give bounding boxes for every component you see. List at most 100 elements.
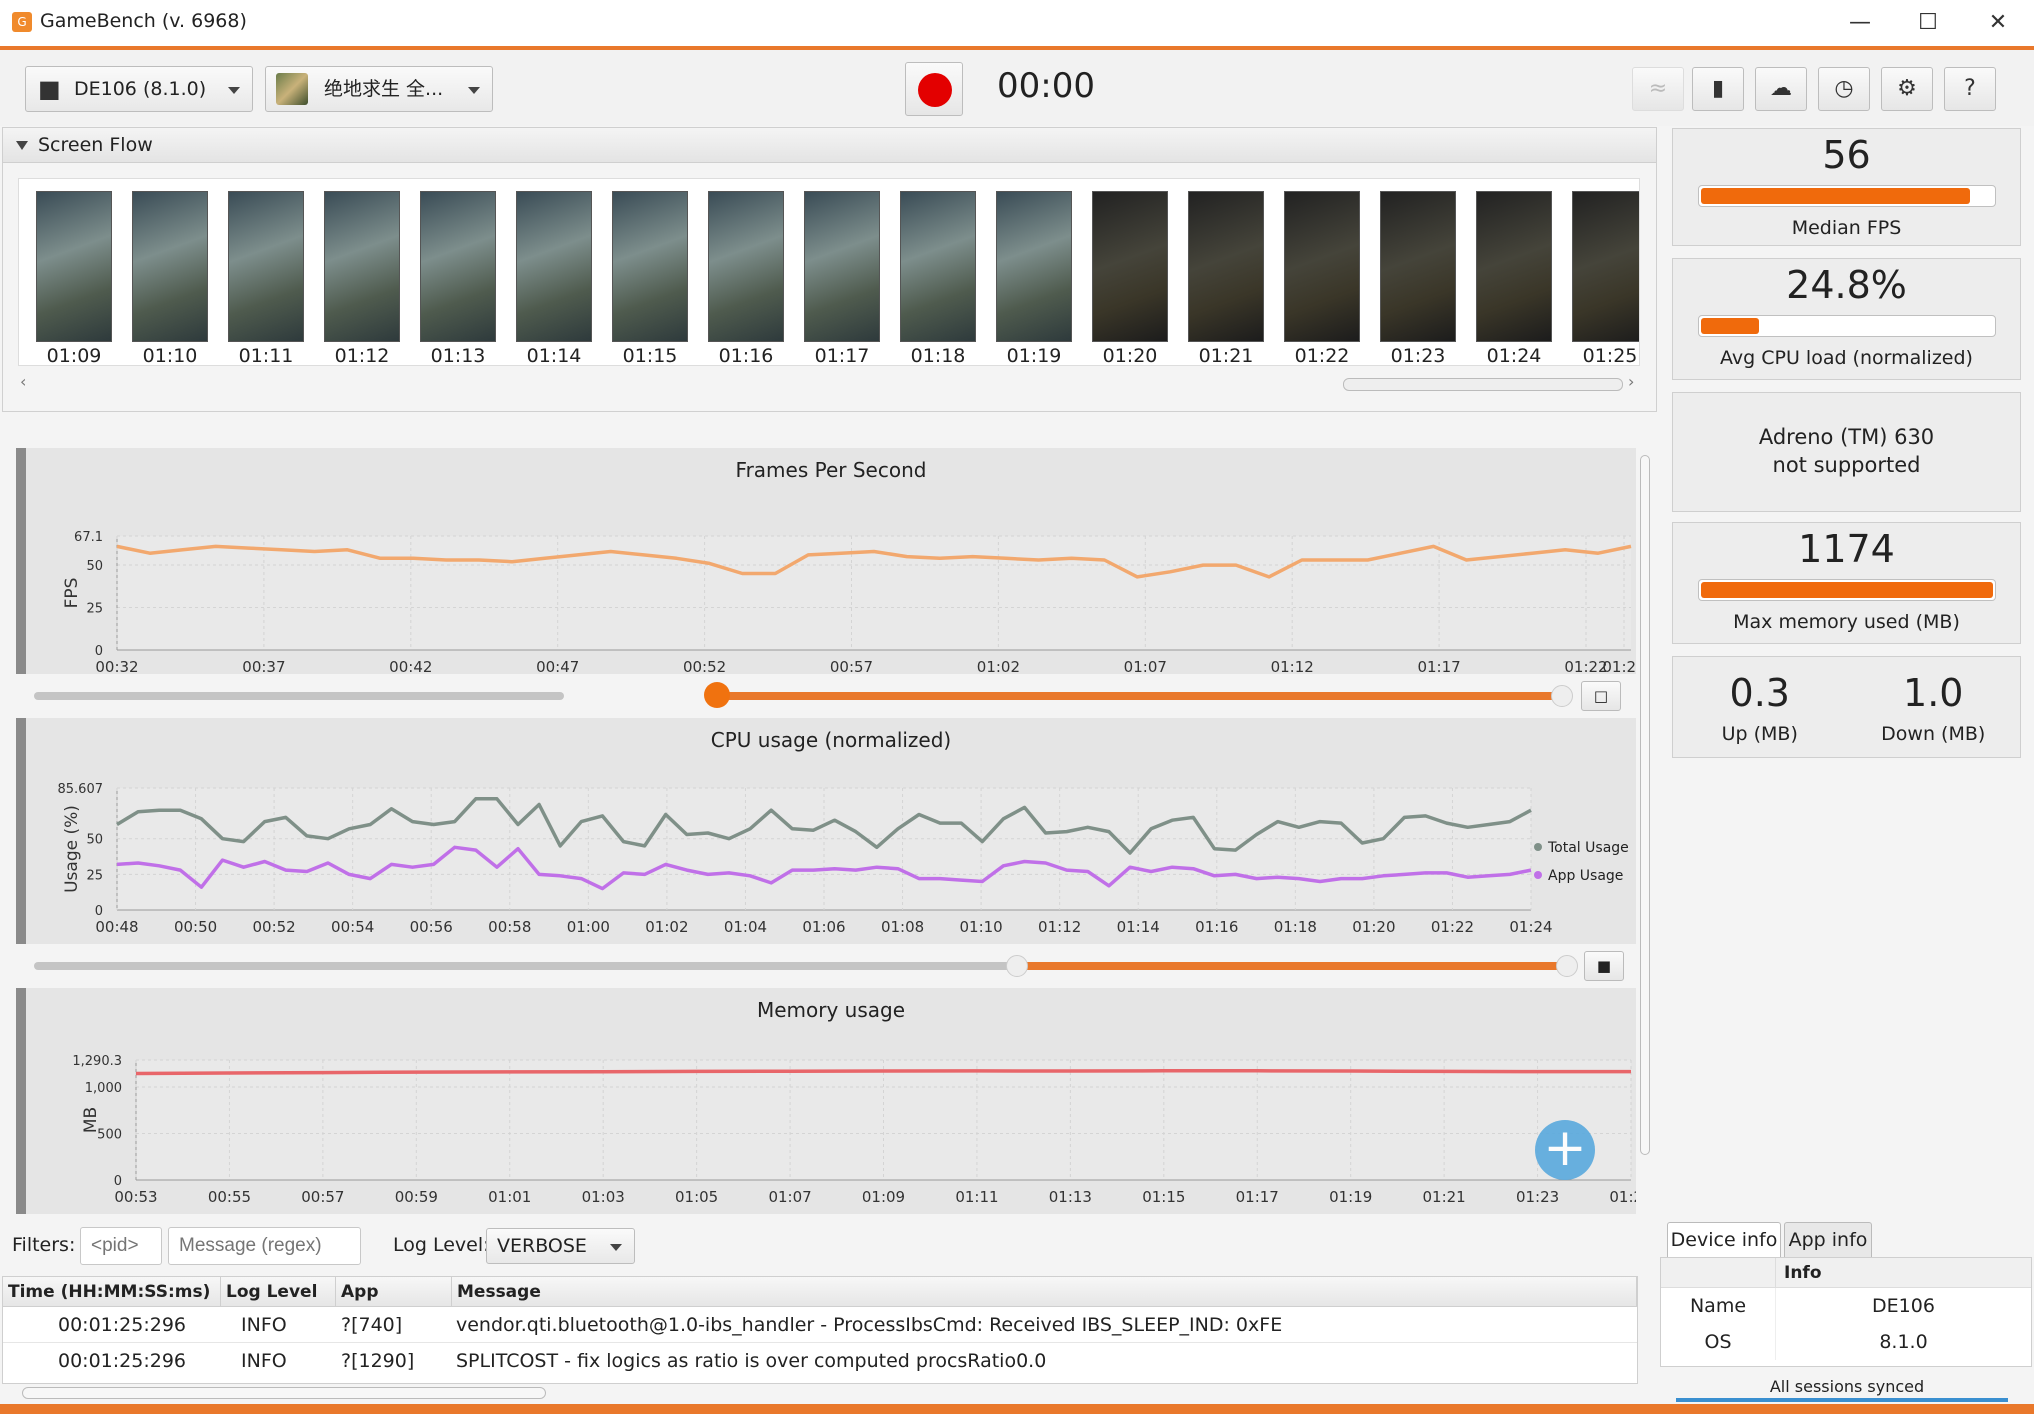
help-button[interactable]: ?	[1944, 67, 1996, 111]
screen-thumbnail[interactable]	[1092, 191, 1168, 342]
x-tick-label: 01:06	[802, 918, 845, 936]
screen-thumbnail[interactable]	[420, 191, 496, 342]
screen-thumbnail[interactable]	[516, 191, 592, 342]
screen-thumbnail[interactable]	[708, 191, 784, 342]
table-row[interactable]: 00:01:25:296 INFO ?[740] vendor.qti.blue…	[3, 1307, 1637, 1343]
wifi-button[interactable]: ≈	[1632, 67, 1684, 111]
screen-thumbnail[interactable]	[132, 191, 208, 342]
device-selector-label: DE106 (8.1.0)	[74, 78, 207, 100]
screen-flow-header[interactable]	[2, 127, 1657, 163]
cpu-slider-track[interactable]	[34, 962, 1034, 970]
x-tick-label: 01:12	[1271, 658, 1314, 674]
message-filter-input[interactable]	[168, 1227, 361, 1265]
log-level-select[interactable]: VERBOSE	[486, 1228, 635, 1264]
log-col-time[interactable]: Time (HH:MM:SS:ms)	[3, 1277, 221, 1307]
tab-device-info[interactable]: Device info	[1667, 1222, 1781, 1258]
thumbnail-time-label: 01:22	[1294, 345, 1350, 366]
settings-button[interactable]: ⚙	[1881, 67, 1933, 111]
history-button[interactable]: ◷	[1818, 67, 1870, 111]
cpu-slider-end-handle[interactable]	[1556, 955, 1578, 977]
maximize-button[interactable]: ☐	[1903, 6, 1953, 40]
minimize-button[interactable]: —	[1835, 6, 1885, 40]
screen-thumbnail[interactable]	[996, 191, 1072, 342]
x-tick-label: 01:21	[1423, 1188, 1466, 1206]
fps-slider-track[interactable]	[34, 692, 564, 700]
log-time: 00:01:25:296	[58, 1350, 186, 1372]
screen-thumbnail[interactable]	[1476, 191, 1552, 342]
cpu-lock-button[interactable]: ■	[1584, 951, 1624, 981]
x-tick-label: 01:07	[1124, 658, 1167, 674]
log-scroll-thumb[interactable]	[22, 1387, 546, 1399]
screen-thumbnail[interactable]	[804, 191, 880, 342]
screen-thumbnail[interactable]	[1188, 191, 1264, 342]
log-app: ?[1290]	[341, 1350, 415, 1372]
add-chart-button[interactable]: +	[1535, 1120, 1595, 1180]
max-memory-label: Max memory used (MB)	[1733, 611, 1960, 633]
delete-button[interactable]: ▮	[1692, 67, 1744, 111]
screen-thumbnail[interactable]	[1284, 191, 1360, 342]
log-col-app[interactable]: App	[336, 1277, 452, 1307]
log-level: INFO	[241, 1314, 287, 1336]
x-tick-label: 01:11	[955, 1188, 998, 1206]
x-tick-label: 00:54	[331, 918, 374, 936]
screen-thumbnail[interactable]	[36, 191, 112, 342]
log-app: ?[740]	[341, 1314, 403, 1336]
screen-thumbnail[interactable]	[228, 191, 304, 342]
screen-thumbnail[interactable]	[324, 191, 400, 342]
upload-button[interactable]: ☁	[1755, 67, 1807, 111]
collapse-triangle-icon[interactable]	[16, 141, 28, 150]
fps-slider-range[interactable]	[716, 692, 1566, 700]
x-tick-label: 01:02	[977, 658, 1020, 674]
screen-thumbnail[interactable]	[900, 191, 976, 342]
x-tick-label: 01:08	[881, 918, 924, 936]
fps-chart: 67.1 50 25 000:32 00:37 00:42 00:47 00:52 00:57 0…	[62, 530, 1636, 674]
memory-level-fill	[1701, 582, 1993, 598]
fps-unlock-button[interactable]: □	[1581, 681, 1621, 711]
x-tick-label: 01:04	[724, 918, 767, 936]
y-tick-label: 0	[95, 644, 103, 659]
avg-cpu-value: 24.8%	[1786, 263, 1907, 307]
screen-thumbnail[interactable]	[612, 191, 688, 342]
x-tick-label: 01:22	[1564, 658, 1607, 674]
fps-slider-start-handle[interactable]	[704, 682, 730, 708]
record-button[interactable]	[905, 62, 963, 116]
x-tick-label: 00:32	[95, 658, 138, 674]
download-label: Down (MB)	[1881, 723, 1986, 745]
fps-slider-end-handle[interactable]	[1551, 685, 1573, 707]
device-selector[interactable]: ■ DE106 (8.1.0)	[25, 66, 253, 112]
cpu-slider-range[interactable]	[1016, 962, 1566, 970]
table-row[interactable]: 00:01:25:296 INFO ?[1290] SPLITCOST - fi…	[3, 1343, 1637, 1379]
cpu-slider-start-handle[interactable]	[1006, 955, 1028, 977]
chevron-down-icon	[610, 1244, 622, 1251]
x-tick-label: 00:52	[252, 918, 295, 936]
x-tick-label: 01:24	[1509, 918, 1552, 936]
log-col-message[interactable]: Message	[452, 1277, 1637, 1307]
lock-icon: ■	[1596, 957, 1612, 975]
close-button[interactable]: ✕	[1973, 6, 2023, 40]
scroll-right-icon[interactable]: ›	[1628, 372, 1634, 391]
screen-flow-scroll-thumb[interactable]	[1343, 378, 1623, 391]
thumbnail-time-label: 01:24	[1486, 345, 1542, 366]
info-col-header: Info	[1776, 1258, 2031, 1288]
screen-thumbnail[interactable]	[1380, 191, 1456, 342]
app-selector[interactable]: 绝地求生 全...	[265, 66, 493, 112]
memory-card: 1174 Max memory used (MB)	[1672, 522, 2021, 644]
pid-filter-input[interactable]	[80, 1227, 162, 1265]
scroll-left-icon[interactable]: ‹	[20, 372, 26, 391]
log-table: Time (HH:MM:SS:ms) Log Level App Message…	[2, 1276, 1638, 1384]
cpu-chart: 85.607 50 25 000:48 00:50 00:52 00:54 00:56 00:5…	[58, 782, 1629, 936]
tab-app-info[interactable]: App info	[1784, 1222, 1872, 1258]
log-level-label: Log Level:	[393, 1234, 490, 1256]
charts-scroll-thumb[interactable]	[1640, 455, 1650, 1155]
memory-chart-panel: Memory usage 1,290.3 1,000 500 0 00:53 00:55 0…	[16, 988, 1636, 1214]
screen-thumbnail[interactable]	[1572, 191, 1639, 342]
x-tick-label: 01:17	[1417, 658, 1460, 674]
x-tick-label: 01:13	[1049, 1188, 1092, 1206]
thumbnail-time-label: 01:09	[46, 345, 102, 366]
log-col-level[interactable]: Log Level	[221, 1277, 336, 1307]
cpu-card: 24.8% Avg CPU load (normalized)	[1672, 258, 2021, 380]
thumbnail-time-label: 01:18	[910, 345, 966, 366]
median-fps-value: 56	[1822, 133, 1871, 177]
thumbnail-time-label: 01:19	[1006, 345, 1062, 366]
thumbnail-time-label: 01:23	[1390, 345, 1446, 366]
